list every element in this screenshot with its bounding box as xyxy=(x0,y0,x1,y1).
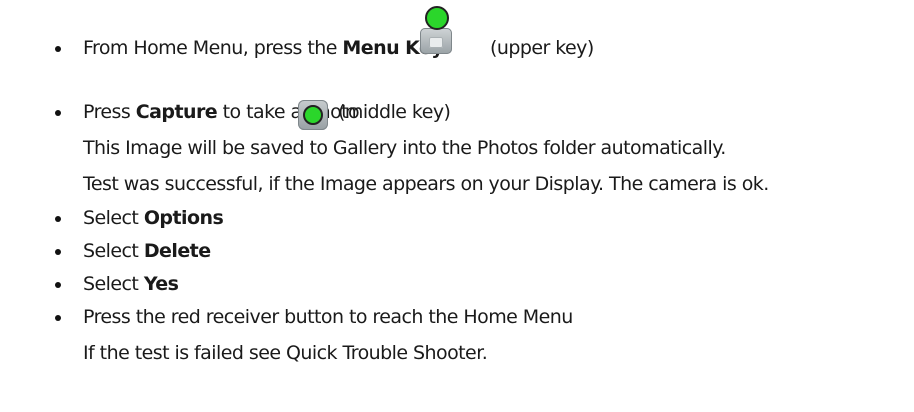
delete-label: Delete xyxy=(143,240,211,262)
step-yes: Select Yes xyxy=(47,270,179,298)
menu-key-hint: (upper key) xyxy=(490,37,594,59)
bullet xyxy=(55,282,61,288)
step-text: Select xyxy=(83,273,144,295)
bullet xyxy=(55,110,61,116)
yes-label: Yes xyxy=(143,273,179,295)
step-text: Press xyxy=(83,101,136,123)
note-success: Test was successful, if the Image appear… xyxy=(83,173,769,195)
step-delete: Select Delete xyxy=(47,237,211,265)
bullet xyxy=(55,249,61,255)
note-failed: If the test is failed see Quick Trouble … xyxy=(83,342,488,364)
step-text: Select xyxy=(83,207,144,229)
note-saved: This Image will be saved to Gallery into… xyxy=(83,137,726,159)
capture-key-icon xyxy=(298,100,328,130)
capture-key-hint: (middle key) xyxy=(338,101,451,123)
step-text: From Home Menu, press the xyxy=(83,37,343,59)
options-label: Options xyxy=(143,207,224,229)
step-menu-key: From Home Menu, press the Menu Key xyxy=(47,34,444,62)
step-home: Press the red receiver button to reach t… xyxy=(47,303,573,331)
step-options: Select Options xyxy=(47,204,224,232)
step-text: Select xyxy=(83,240,144,262)
bullet xyxy=(55,46,61,52)
bullet xyxy=(55,315,61,321)
capture-label: Capture xyxy=(135,101,218,123)
bullet xyxy=(55,216,61,222)
step-text: Press the red receiver button to reach t… xyxy=(83,306,573,328)
menu-key-icon xyxy=(420,6,452,54)
